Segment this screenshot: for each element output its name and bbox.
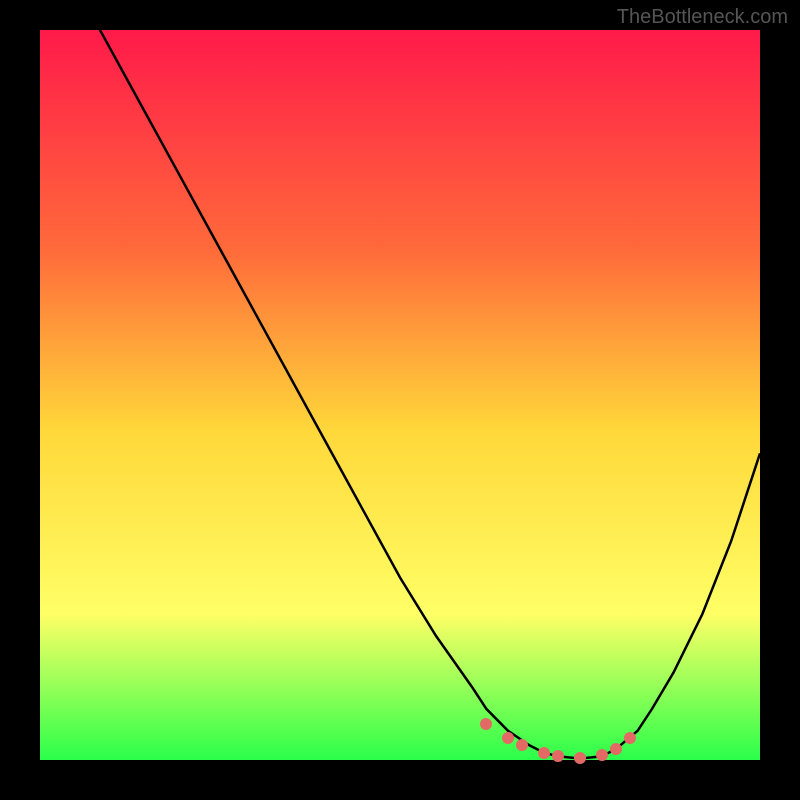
highlight-dot bbox=[480, 718, 492, 730]
highlight-dot bbox=[574, 752, 586, 764]
highlight-dot bbox=[610, 743, 622, 755]
optimal-range-markers bbox=[40, 30, 760, 760]
chart-area bbox=[40, 30, 760, 760]
highlight-dot bbox=[596, 749, 608, 761]
highlight-dot bbox=[516, 739, 528, 751]
watermark-text: TheBottleneck.com bbox=[617, 6, 788, 29]
highlight-dot bbox=[538, 747, 550, 759]
highlight-dot bbox=[502, 732, 514, 744]
highlight-dot bbox=[552, 750, 564, 762]
highlight-dot bbox=[624, 732, 636, 744]
